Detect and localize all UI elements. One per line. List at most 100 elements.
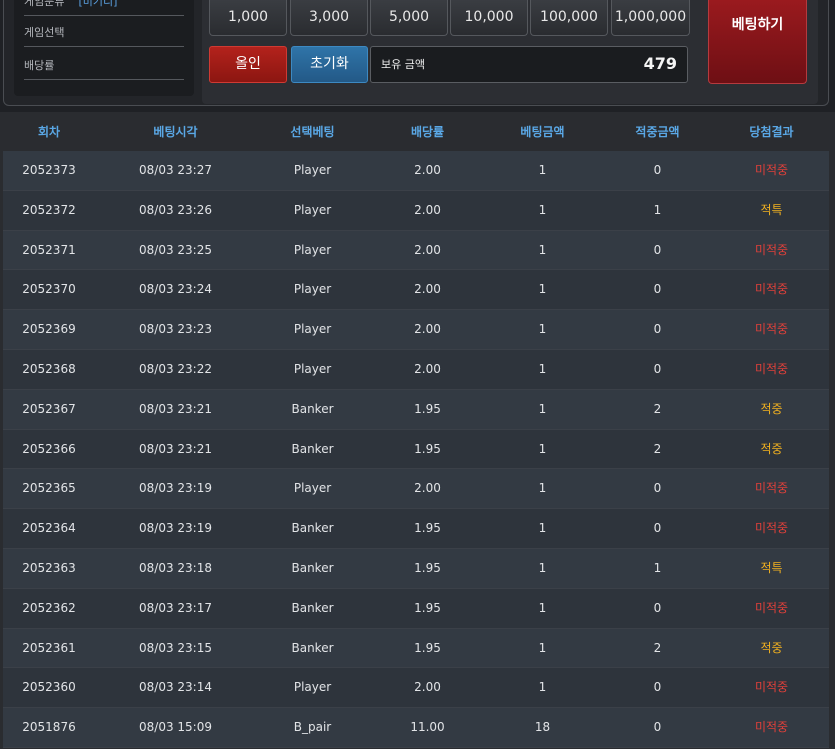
cell-odds: 2.00 xyxy=(414,322,441,337)
cell-hit-amount: 2 xyxy=(653,441,662,456)
balance-value: 479 xyxy=(643,54,677,73)
cell-hit-amount: 0 xyxy=(653,163,662,177)
cell-round: 2052362 xyxy=(22,600,76,615)
table-row: 2052362 08/03 23:17 Banker 1.95 1 0 미적중 xyxy=(3,588,829,629)
table-row: 2052361 08/03 23:15 Banker 1.95 1 2 적중 xyxy=(3,628,829,669)
cell-round: 2052367 xyxy=(22,401,76,416)
table-row: 2052363 08/03 23:18 Banker 1.95 1 1 적특 xyxy=(3,548,829,589)
cell-selected-bet: Banker xyxy=(291,640,334,655)
cell-odds: 2.00 xyxy=(414,242,441,257)
balance-label: 보유 금액 xyxy=(381,58,425,71)
cell-hit-amount: 2 xyxy=(653,401,662,416)
cell-bet-amount: 1 xyxy=(538,282,547,297)
cell-selected-bet: Player xyxy=(293,481,332,496)
cell-odds: 2.00 xyxy=(414,481,441,496)
cell-result: 적중 xyxy=(760,401,783,416)
cell-bet-time: 08/03 23:27 xyxy=(139,163,212,177)
table-row: 2052372 08/03 23:26 Player 2.00 1 1 적특 xyxy=(3,190,829,231)
cell-result: 미적중 xyxy=(754,163,789,177)
cell-selected-bet: Banker xyxy=(291,401,334,416)
cell-result: 적특 xyxy=(760,560,783,575)
cell-hit-amount: 0 xyxy=(653,720,662,735)
info-row-game-category: 게임분류 [미기디] xyxy=(24,0,184,16)
cell-selected-bet: B_pair xyxy=(293,720,332,735)
cell-bet-time: 08/03 23:21 xyxy=(139,441,212,456)
cell-odds: 1.95 xyxy=(414,600,441,615)
cell-bet-amount: 1 xyxy=(538,680,547,695)
cell-result: 적중 xyxy=(760,640,783,655)
cell-hit-amount: 0 xyxy=(653,242,662,257)
cell-selected-bet: Player xyxy=(293,322,332,337)
game-info-panel: 게임분류 [미기디] 게임선택 배당률 xyxy=(14,0,194,96)
header-bet-amount: 베팅금액 xyxy=(520,125,565,139)
cell-hit-amount: 1 xyxy=(653,202,662,217)
cell-result: 적중 xyxy=(760,441,783,456)
header-odds: 배당률 xyxy=(410,125,445,139)
cell-result: 미적중 xyxy=(754,242,789,257)
table-row: 2052370 08/03 23:24 Player 2.00 1 0 미적중 xyxy=(3,270,829,311)
cell-round: 2052363 xyxy=(22,560,76,575)
cell-bet-amount: 1 xyxy=(538,322,547,337)
table-row: 2052366 08/03 23:21 Banker 1.95 1 2 적중 xyxy=(3,429,829,470)
cell-hit-amount: 1 xyxy=(653,560,662,575)
amount-button-5000[interactable]: 5,000 xyxy=(370,0,448,36)
amount-button-1000000[interactable]: 1,000,000 xyxy=(611,0,690,36)
table-row: 2052367 08/03 23:21 Banker 1.95 1 2 적중 xyxy=(3,389,829,430)
place-bet-button[interactable]: 베팅하기 xyxy=(708,0,807,84)
cell-round: 2051876 xyxy=(22,720,76,735)
cell-odds: 2.00 xyxy=(414,163,441,177)
cell-hit-amount: 2 xyxy=(653,640,662,655)
info-value: [미기디] xyxy=(78,0,118,8)
cell-round: 2052360 xyxy=(22,680,76,695)
cell-selected-bet: Player xyxy=(293,163,332,177)
cell-odds: 1.95 xyxy=(414,441,441,456)
table-row: 2052365 08/03 23:19 Player 2.00 1 0 미적중 xyxy=(3,469,829,510)
header-round: 회차 xyxy=(37,125,61,139)
cell-hit-amount: 0 xyxy=(653,680,662,695)
betting-panel: 게임분류 [미기디] 게임선택 배당률 1,000 3,000 5,000 10,… xyxy=(0,0,835,112)
cell-selected-bet: Player xyxy=(293,242,332,257)
cell-odds: 1.95 xyxy=(414,401,441,416)
cell-hit-amount: 0 xyxy=(653,600,662,615)
balance-box: 보유 금액 479 xyxy=(370,46,688,83)
cell-bet-amount: 1 xyxy=(538,163,547,177)
table-row: 2052373 08/03 23:27 Player 2.00 1 0 미적중 xyxy=(3,151,829,191)
header-result: 당첨결과 xyxy=(749,125,794,139)
cell-bet-amount: 18 xyxy=(534,720,551,735)
amount-button-100000[interactable]: 100,000 xyxy=(530,0,608,36)
cell-odds: 2.00 xyxy=(414,680,441,695)
cell-bet-time: 08/03 23:26 xyxy=(139,202,212,217)
table-row: 2052371 08/03 23:25 Player 2.00 1 0 미적중 xyxy=(3,230,829,271)
table-row: 2052368 08/03 23:22 Player 2.00 1 0 미적중 xyxy=(3,349,829,390)
cell-bet-amount: 1 xyxy=(538,401,547,416)
cell-hit-amount: 0 xyxy=(653,521,662,536)
reset-button[interactable]: 초기화 xyxy=(291,46,368,83)
cell-bet-amount: 1 xyxy=(538,361,547,376)
cell-bet-time: 08/03 23:17 xyxy=(139,600,212,615)
amount-button-10000[interactable]: 10,000 xyxy=(450,0,528,36)
amount-button-3000[interactable]: 3,000 xyxy=(290,0,368,36)
cell-odds: 11.00 xyxy=(410,720,445,735)
cell-result: 미적중 xyxy=(754,322,789,337)
cell-bet-amount: 1 xyxy=(538,441,547,456)
cell-bet-amount: 1 xyxy=(538,242,547,257)
amount-button-1000[interactable]: 1,000 xyxy=(209,0,287,36)
cell-odds: 2.00 xyxy=(414,361,441,376)
table-row: 2052360 08/03 23:14 Player 2.00 1 0 미적중 xyxy=(3,668,829,709)
cell-odds: 1.95 xyxy=(414,640,441,655)
cell-selected-bet: Banker xyxy=(291,560,334,575)
cell-hit-amount: 0 xyxy=(653,361,662,376)
cell-bet-amount: 1 xyxy=(538,481,547,496)
cell-bet-time: 08/03 23:21 xyxy=(139,401,212,416)
cell-round: 2052371 xyxy=(22,242,76,257)
cell-odds: 1.95 xyxy=(414,521,441,536)
cell-selected-bet: Banker xyxy=(291,441,334,456)
info-label: 게임선택 xyxy=(24,26,65,39)
cell-selected-bet: Player xyxy=(293,361,332,376)
all-in-button[interactable]: 올인 xyxy=(209,46,287,83)
cell-hit-amount: 0 xyxy=(653,322,662,337)
bet-history-table: 2052373 08/03 23:27 Player 2.00 1 0 미적중 2052372… xyxy=(3,151,829,748)
cell-result: 미적중 xyxy=(754,600,789,615)
cell-selected-bet: Player xyxy=(293,680,332,695)
cell-odds: 1.95 xyxy=(414,560,441,575)
